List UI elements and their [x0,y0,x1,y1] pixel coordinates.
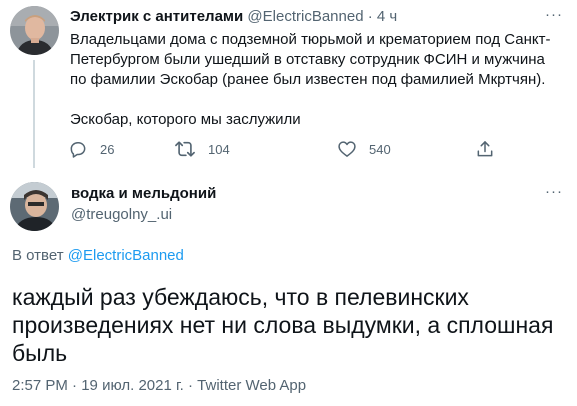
like-button[interactable]: 540 [337,138,391,160]
tweet-meta: 2:57 PM · 19 июл. 2021 г. · Twitter Web … [12,377,306,394]
separator: · [187,377,193,394]
reply-prefix: В ответ [12,247,64,264]
separator: · [367,8,373,25]
tweet-date[interactable]: 19 июл. 2021 г. [81,377,184,394]
reply-context: В ответ @ElectricBanned [12,247,184,264]
thread-line [33,60,35,168]
share-icon [475,139,495,159]
more-options-button[interactable]: ··· [545,183,563,200]
avatar[interactable] [10,6,59,55]
separator: · [72,377,78,394]
parent-tweet-text: Владельцами дома с подземной тюрьмой и к… [70,30,560,130]
tweet-text-paragraph: Владельцами дома с подземной тюрьмой и к… [70,31,551,88]
tweet-thread: Электрик с антителами @ElectricBanned · … [0,0,577,406]
author-handle[interactable]: @treugolny_.ui [71,206,172,223]
retweet-button[interactable]: 104 [174,138,230,160]
author-name[interactable]: водка и мельдоний [71,185,216,202]
tweet-time[interactable]: 2:57 PM [12,377,68,394]
author-handle[interactable]: @ElectricBanned [247,8,363,25]
heart-icon [337,139,357,159]
tweet-actions: 26 104 540 [62,138,562,160]
share-button[interactable] [475,138,495,160]
author-name[interactable]: Электрик с антителами [70,8,243,25]
avatar[interactable] [10,182,59,231]
reply-button[interactable]: 26 [68,138,114,160]
parent-tweet-header: Электрик с антителами @ElectricBanned · … [70,8,397,25]
like-count: 540 [369,141,391,157]
reply-to-link[interactable]: @ElectricBanned [68,247,184,264]
tweet-time[interactable]: 4 ч [377,8,397,25]
tweet-text-paragraph: Эскобар, которого мы заслужили [70,111,301,128]
reply-icon [68,139,88,159]
retweet-icon [174,139,196,159]
reply-tweet-text: каждый раз убеждаюсь, что в пелевинских … [12,284,554,366]
retweet-count: 104 [208,141,230,157]
tweet-source-app[interactable]: Twitter Web App [197,377,306,394]
more-options-button[interactable]: ··· [545,6,563,23]
reply-count: 26 [100,141,115,157]
